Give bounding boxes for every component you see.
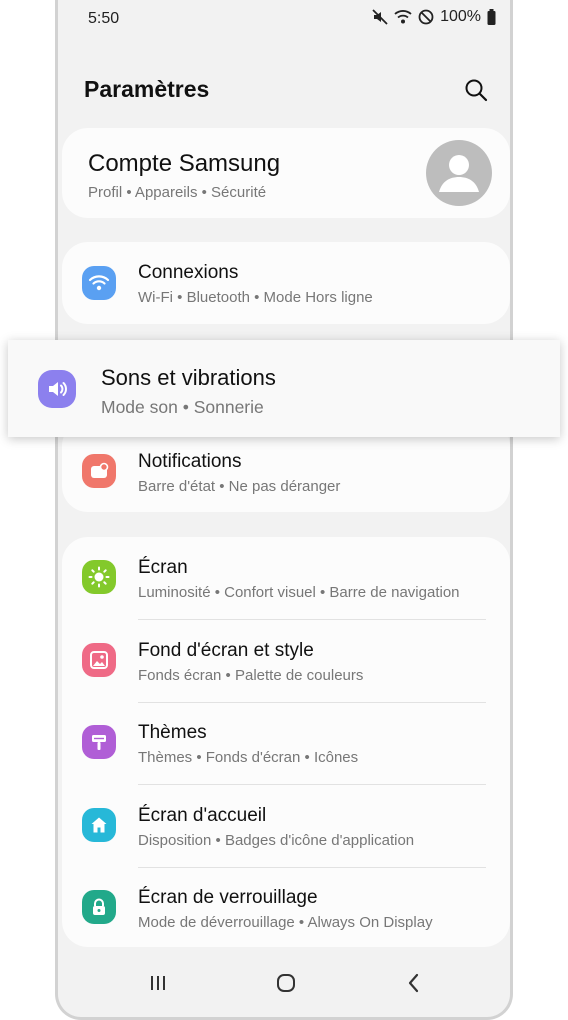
item-notifications[interactable]: Notifications [138, 451, 242, 473]
display-group-card: Écran Luminosité • Confort visuel • Barr… [62, 537, 510, 947]
battery-level: 100% [440, 8, 481, 25]
samsung-account-card[interactable]: Compte Samsung Profil • Appareils • Sécu… [62, 128, 510, 218]
item-notifications-subtitle: Barre d'état • Ne pas déranger [138, 478, 341, 495]
item-sons-vibrations-subtitle: Mode son • Sonnerie [101, 397, 264, 417]
navigation-bar [58, 965, 510, 1001]
connexions-icon-badge [82, 266, 116, 300]
page-title: Paramètres [84, 76, 210, 102]
status-bar: 5:50 100% [58, 8, 510, 32]
speaker-icon [49, 382, 67, 396]
wifi-icon [394, 9, 412, 25]
phone-screen: 5:50 100% Paramètres Compte Samsung Prof… [55, 0, 513, 1020]
back-icon [408, 973, 419, 993]
recent-apps-button[interactable] [138, 965, 178, 1001]
themes-icon-badge [82, 725, 116, 759]
item-sons-vibrations: Sons et vibrations [101, 365, 276, 390]
item-ecran[interactable]: Écran [138, 557, 188, 579]
mute-icon [372, 9, 388, 25]
lock-icon [93, 898, 105, 915]
avatar [426, 140, 492, 206]
home-icon-badge [82, 808, 116, 842]
item-fond-ecran-subtitle: Fonds écran • Palette de couleurs [138, 667, 364, 684]
notifications-icon-badge [82, 454, 116, 488]
divider [138, 619, 486, 620]
dnd-icon [418, 9, 434, 25]
user-icon [439, 155, 479, 192]
sun-icon [88, 566, 110, 588]
recent-apps-icon [151, 976, 165, 990]
item-themes-subtitle: Thèmes • Fonds d'écran • Icônes [138, 749, 359, 766]
item-themes[interactable]: Thèmes [138, 722, 207, 744]
divider [138, 784, 486, 785]
item-ecran-verrouillage[interactable]: Écran de verrouillage [138, 887, 318, 909]
sounds-vibrations-item[interactable]: Sons et vibrations Mode son • Sonnerie [8, 340, 560, 437]
wallpaper-icon-badge [82, 643, 116, 677]
wallpaper-icon [90, 651, 108, 669]
item-fond-ecran[interactable]: Fond d'écran et style [138, 640, 314, 662]
status-time: 5:50 [88, 10, 120, 27]
item-ecran-subtitle: Luminosité • Confort visuel • Barre de n… [138, 584, 460, 601]
display-icon-badge [82, 560, 116, 594]
divider [138, 867, 486, 868]
connections-card: Connexions Wi-Fi • Bluetooth • Mode Hors… [62, 242, 510, 324]
home-icon [91, 817, 107, 833]
search-icon [465, 79, 488, 102]
sounds-icon-badge [38, 370, 76, 408]
item-ecran-verrouillage-subtitle: Mode de déverrouillage • Always On Displ… [138, 914, 433, 931]
home-circle-icon [277, 974, 295, 992]
account-subtitle: Profil • Appareils • Sécurité [88, 184, 267, 201]
account-title: Compte Samsung [88, 150, 281, 177]
home-button[interactable] [266, 965, 306, 1001]
item-connexions-subtitle: Wi-Fi • Bluetooth • Mode Hors ligne [138, 289, 373, 306]
item-ecran-accueil[interactable]: Écran d'accueil [138, 805, 266, 827]
item-ecran-accueil-subtitle: Disposition • Badges d'icône d'applicati… [138, 832, 415, 849]
wifi-icon [88, 275, 110, 291]
lock-icon-badge [82, 890, 116, 924]
brush-icon [92, 735, 106, 750]
notification-icon [91, 462, 109, 478]
item-connexions[interactable]: Connexions [138, 262, 238, 284]
battery-icon [487, 9, 496, 25]
search-button[interactable] [462, 76, 490, 104]
divider [138, 702, 486, 703]
back-button[interactable] [394, 965, 434, 1001]
